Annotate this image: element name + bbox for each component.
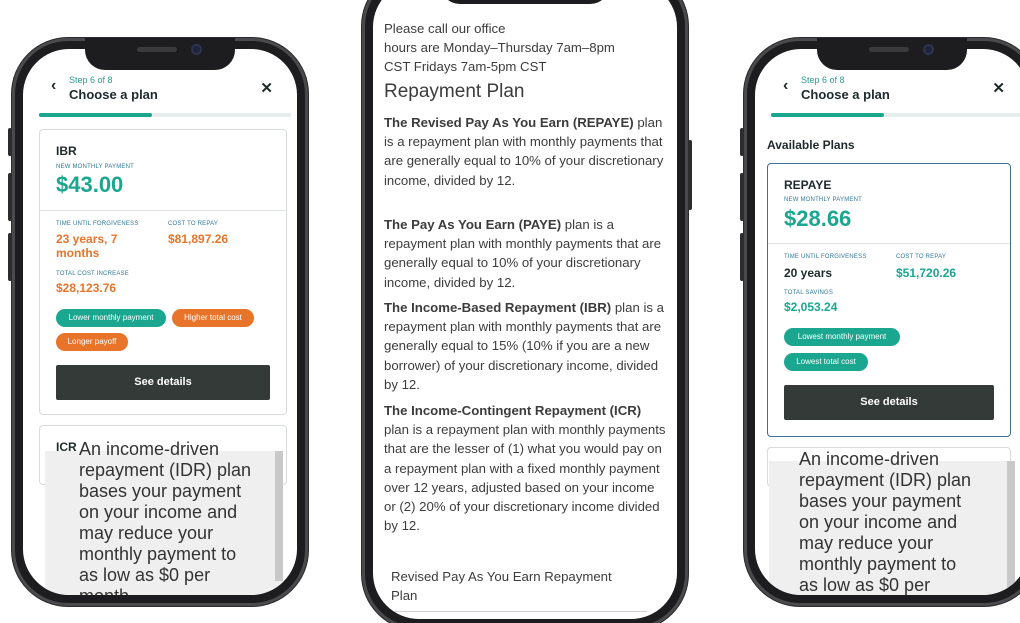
tooltip-line: may reduce your — [79, 523, 214, 543]
accordion-divider — [384, 611, 647, 612]
volume-down-button — [8, 233, 12, 281]
forgiveness-value: 23 years, 7 months — [56, 232, 118, 260]
step-indicator: Step 6 of 8 — [69, 75, 113, 85]
savings-label: Total savings — [784, 290, 834, 296]
forgiveness-value: 20 years — [784, 266, 833, 280]
tooltip-line: may reduce your — [799, 533, 934, 553]
screen-repayment-info: Please call our office hours are Monday–… — [373, 0, 677, 619]
page-title: Choose a plan — [69, 87, 158, 102]
chevron-left-icon[interactable]: ‹ — [783, 77, 788, 95]
office-hours-text: Please call our office hours are Monday–… — [384, 19, 666, 77]
tooltip-line: monthly payment to — [799, 554, 957, 574]
tooltip-line: as low as $0 per — [79, 565, 211, 585]
plan-card-ibr[interactable]: IBR New monthly payment $43.00 Time unti… — [39, 129, 287, 415]
close-icon[interactable]: ✕ — [992, 79, 1005, 97]
see-details-button[interactable]: See details — [784, 385, 994, 420]
office-hours-line: CST Fridays 7am-5pm CST — [384, 59, 547, 75]
progress-bar — [771, 113, 1020, 117]
tooltip-line: on your income and — [79, 502, 238, 522]
progress-fill — [39, 113, 153, 117]
camera — [191, 44, 202, 55]
payment-label: New monthly payment — [56, 164, 135, 170]
increase-label: Total cost increase — [56, 271, 129, 277]
chevron-left-icon[interactable]: ‹ — [51, 77, 56, 95]
tooltip-line: An income-driven — [79, 439, 220, 459]
phone-right: ‹ Step 6 of 8 Choose a plan ✕ Available … — [740, 38, 1020, 606]
tag-lowest-monthly-payment: Lowest monthly payment — [784, 328, 900, 346]
tag-lower-monthly-payment: Lower monthly payment — [56, 309, 166, 327]
phone-notch — [85, 38, 235, 70]
page-title: Choose a plan — [801, 87, 890, 102]
card-divider — [768, 243, 1010, 244]
paragraph-paye: The Pay As You Earn (PAYE) plan is a rep… — [384, 215, 666, 292]
tooltip-line: monthly payment to — [79, 544, 237, 564]
cost-label: Cost to repay — [896, 254, 947, 260]
idr-tooltip: An income-driven repayment (IDR) plan ba… — [45, 439, 283, 595]
paragraph-repaye: The Revised Pay As You Earn (REPAYE) pla… — [384, 113, 666, 190]
tooltip-line: month — [79, 586, 129, 595]
plan-name: IBR — [56, 144, 77, 158]
tag-longer-payoff: Longer payoff — [56, 333, 128, 351]
office-hours-line: Please call our office — [384, 21, 506, 36]
screen-choose-plan-ibr: ‹ Step 6 of 8 Choose a plan ✕ IBR New mo… — [23, 49, 297, 595]
payment-value: $28.66 — [784, 206, 852, 231]
tag-higher-total-cost: Higher total cost — [172, 309, 254, 327]
section-title: Available Plans — [767, 138, 855, 152]
scrollbar[interactable] — [275, 451, 283, 581]
tooltip-line: as low as $0 per — [799, 575, 931, 595]
tooltip-line: bases your payment — [799, 491, 962, 511]
forgiveness-label: Time until forgiveness — [784, 254, 867, 260]
phone-notch — [440, 0, 610, 4]
increase-value: $28,123.76 — [56, 281, 117, 295]
paragraph-bold: The Income-Contingent Repayment (ICR) — [384, 403, 642, 418]
plan-name: REPAYE — [784, 178, 832, 192]
volume-up-button — [8, 173, 12, 221]
progress-bar — [39, 113, 291, 117]
plan-card-repaye[interactable]: REPAYE New monthly payment $28.66 Time u… — [767, 163, 1011, 437]
paragraph-ibr: The Income-Based Repayment (IBR) plan is… — [384, 298, 666, 394]
payment-label: New monthly payment — [784, 197, 863, 203]
mute-switch — [740, 128, 744, 156]
phone-middle: Please call our office hours are Monday–… — [362, 0, 692, 623]
step-indicator: Step 6 of 8 — [801, 75, 845, 85]
tooltip-line: on your income and — [799, 512, 958, 532]
tooltip-line: repayment (IDR) plan — [79, 460, 252, 480]
idr-tooltip: An income-driven repayment (IDR) plan ba… — [769, 449, 1015, 595]
cost-label: Cost to repay — [168, 221, 219, 227]
volume-down-button — [740, 233, 744, 281]
paragraph-bold: The Revised Pay As You Earn (REPAYE) — [384, 115, 634, 130]
mute-switch — [8, 128, 12, 156]
section-heading: Repayment Plan — [384, 81, 525, 102]
paragraph-bold: The Pay As You Earn (PAYE) — [384, 217, 562, 232]
cost-value: $81,897.26 — [168, 232, 229, 246]
phone-notch — [817, 38, 967, 70]
tag-lowest-total-cost: Lowest total cost — [784, 353, 868, 371]
speaker — [869, 47, 909, 52]
scrollbar[interactable] — [1007, 461, 1015, 591]
tooltip-line: bases your payment — [79, 481, 242, 501]
accordion-item-repaye[interactable]: Revised Pay As You Earn Repayment Plan — [391, 567, 637, 605]
tooltip-line: repayment (IDR) plan — [799, 470, 972, 490]
cost-value: $51,720.26 — [896, 266, 957, 280]
card-divider — [40, 210, 286, 211]
see-details-button[interactable]: See details — [56, 365, 270, 400]
camera — [923, 44, 934, 55]
screen-choose-plan-repaye: ‹ Step 6 of 8 Choose a plan ✕ Available … — [755, 49, 1020, 595]
office-hours-line: hours are Monday–Thursday 7am–8pm — [384, 40, 615, 56]
volume-up-button — [740, 173, 744, 221]
payment-value: $43.00 — [56, 172, 124, 197]
close-icon[interactable]: ✕ — [260, 79, 273, 97]
forgiveness-label: Time until forgiveness — [56, 221, 139, 227]
phone-left: ‹ Step 6 of 8 Choose a plan ✕ IBR New mo… — [8, 38, 308, 606]
tooltip-line: An income-driven — [799, 449, 940, 469]
paragraph-icr: The Income-Contingent Repayment (ICR) pl… — [384, 401, 666, 535]
paragraph-bold: The Income-Based Repayment (IBR) — [384, 300, 612, 315]
savings-value: $2,053.24 — [784, 300, 838, 314]
progress-fill — [771, 113, 885, 117]
paragraph-body: plan is a repayment plan with monthly pa… — [384, 422, 666, 534]
speaker — [137, 47, 177, 52]
power-button — [688, 140, 692, 210]
